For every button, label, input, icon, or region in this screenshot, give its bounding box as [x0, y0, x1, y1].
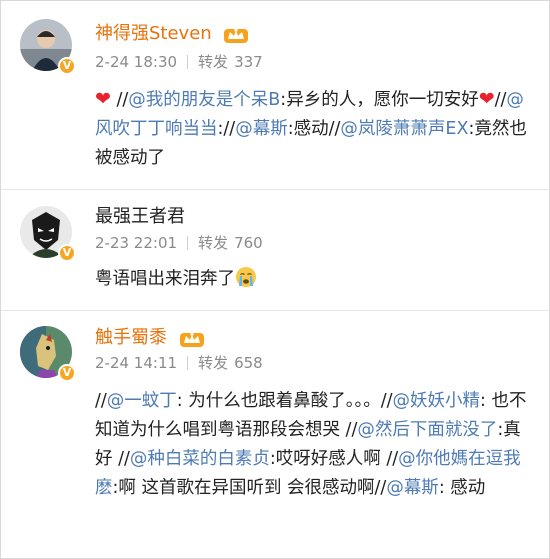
comment-text: // [95, 391, 107, 411]
repost-label[interactable]: 转发 [198, 354, 228, 372]
repost-count: 337 [234, 53, 263, 71]
avatar[interactable]: V [20, 326, 78, 384]
verified-v-icon: V [58, 364, 76, 382]
comment-meta: 2-24 18:30 转发 337 [95, 52, 263, 72]
timestamp: 2-24 18:30 [95, 53, 178, 71]
heart-emoji-icon: ❤ [95, 88, 111, 110]
mention-link[interactable]: @然后下面就没了 [357, 420, 497, 440]
mention-link[interactable]: @种白菜的白素贞 [130, 449, 270, 469]
mention-link[interactable]: @幕斯 [386, 478, 439, 498]
separator [187, 55, 189, 69]
comment-text: :异乡的人，愿你一切安好 [280, 90, 479, 110]
comment-text: :哎呀好感人啊 // [269, 449, 399, 469]
comment-body: 粤语唱出来泪奔了 [95, 265, 535, 294]
comment-body: //@一蚊丁: 为什么也跟着鼻酸了。。。//@妖妖小精: 也不知道为什么唱到粤语… [95, 387, 535, 503]
timestamp: 2-23 22:01 [95, 234, 178, 252]
comment-text: : 为什么也跟着鼻酸了。。。// [176, 391, 393, 411]
comment-list: V 神得强Steven 2-24 18:30 转发 337 ❤ //@我的朋友是个呆… [0, 0, 550, 559]
timestamp: 2-24 14:11 [95, 354, 178, 372]
separator [187, 356, 189, 370]
comment-text: :// [217, 119, 236, 139]
comment-text: 粤语唱出来泪奔了 [95, 269, 235, 289]
divider [1, 310, 550, 311]
repost-label[interactable]: 转发 [198, 234, 228, 252]
comment-text: :啊 这首歌在异国听到 会很感动啊// [112, 478, 387, 498]
verified-v-icon: V [58, 244, 76, 262]
repost-count: 658 [234, 354, 263, 372]
comment-text: // [110, 90, 129, 110]
repost-label[interactable]: 转发 [198, 53, 228, 71]
divider [1, 189, 550, 190]
comment-text: // [494, 90, 507, 110]
vip-crown-icon [179, 332, 204, 347]
verified-v-icon: V [58, 57, 76, 75]
comment-meta: 2-24 14:11 转发 658 [95, 353, 263, 373]
username[interactable]: 触手蜀黍 [95, 327, 167, 348]
comment-text: : 感动 [438, 478, 486, 498]
comment-text: :感动// [287, 119, 341, 139]
mention-link[interactable]: @幕斯 [235, 119, 288, 139]
mention-link[interactable]: @妖妖小精 [393, 391, 481, 411]
mention-link[interactable]: @一蚊丁 [107, 391, 177, 411]
heart-emoji-icon: ❤ [478, 88, 495, 110]
comment-body: ❤ //@我的朋友是个呆B:异乡的人，愿你一切安好❤//@风吹丁丁响当当://@… [95, 85, 535, 173]
vip-crown-icon [224, 28, 249, 43]
avatar[interactable]: V [20, 19, 78, 77]
username[interactable]: 最强王者君 [95, 206, 185, 227]
mention-link[interactable]: @我的朋友是个呆B [128, 90, 280, 110]
separator [187, 236, 189, 250]
crying-face-emoji-icon [236, 267, 256, 287]
comment-meta: 2-23 22:01 转发 760 [95, 233, 263, 253]
repost-count: 760 [234, 234, 263, 252]
username[interactable]: 神得强Steven [95, 23, 212, 44]
mention-link[interactable]: @岚陵萧萧声EX [340, 119, 468, 139]
avatar[interactable]: V [20, 206, 78, 264]
